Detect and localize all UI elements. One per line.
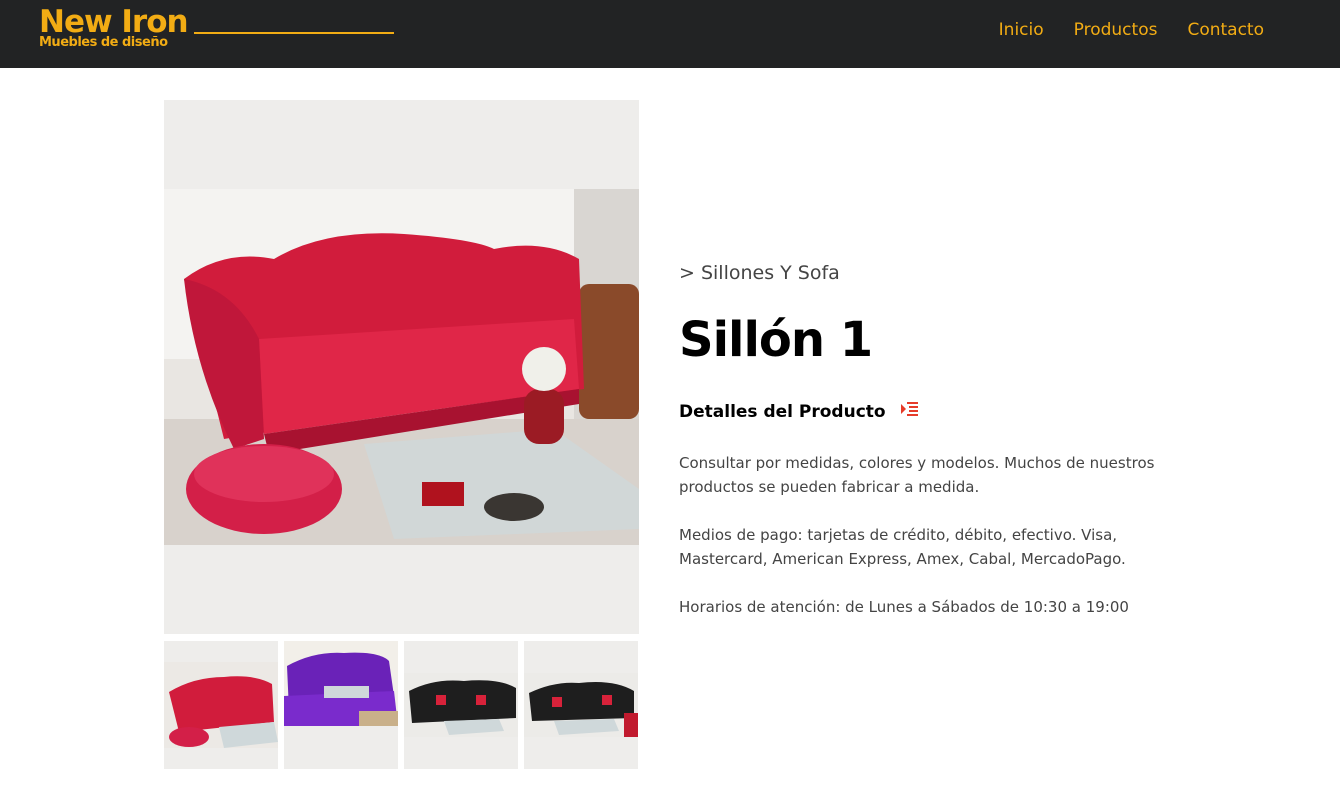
nav-contacto[interactable]: Contacto: [1187, 20, 1264, 40]
thumbnail-purple-sofa[interactable]: [284, 641, 398, 769]
product-title: Sillón 1: [679, 312, 873, 368]
logo-underline: [194, 32, 394, 34]
description-paragraph: Horarios de atención: de Lunes a Sábados…: [679, 598, 1129, 616]
thumbnail-black-sofa-alt[interactable]: [524, 641, 638, 769]
thumbnail-gallery: [164, 641, 638, 769]
category-breadcrumb[interactable]: > Sillones Y Sofa: [679, 262, 840, 284]
details-heading-label: Detalles del Producto: [679, 401, 886, 422]
details-heading: Detalles del Producto: [679, 401, 918, 422]
product-main-image[interactable]: [164, 100, 639, 634]
description-paragraph: Consultar por medidas, colores y modelos…: [679, 454, 1155, 496]
description-paragraph: Medios de pago: tarjetas de crédito, déb…: [679, 526, 1126, 568]
thumbnail-red-sofa[interactable]: [164, 641, 278, 769]
site-header: New Iron Muebles de diseño Inicio Produc…: [0, 0, 1340, 68]
thumbnail-black-sofa[interactable]: [404, 641, 518, 769]
brand-tagline: Muebles de diseño: [39, 35, 168, 50]
main-nav: Inicio Productos Contacto: [999, 20, 1264, 40]
sofa-photo: [164, 189, 639, 545]
nav-inicio[interactable]: Inicio: [999, 20, 1044, 40]
product-description: Consultar por medidas, colores y modelos…: [679, 451, 1169, 643]
nav-productos[interactable]: Productos: [1074, 20, 1158, 40]
site-logo[interactable]: New Iron Muebles de diseño: [39, 4, 394, 50]
list-indent-icon: [900, 401, 918, 422]
